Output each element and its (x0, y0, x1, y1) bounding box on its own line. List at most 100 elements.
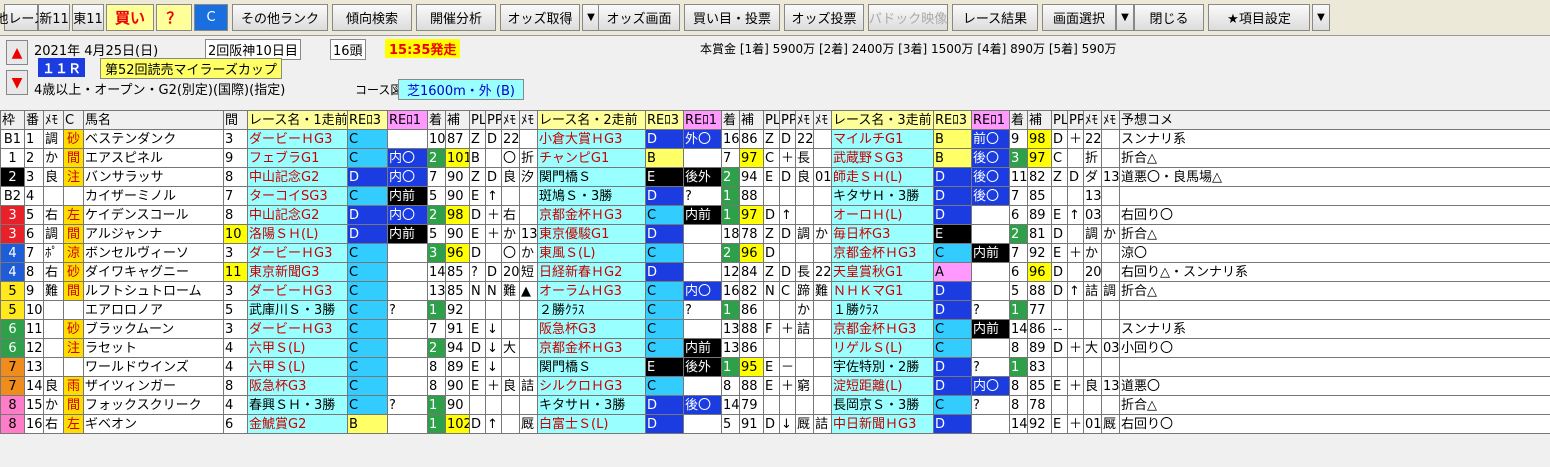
col-header[interactable]: 馬名 (83, 110, 224, 130)
cell (795, 338, 814, 358)
col-header[interactable]: レース名・2走前 (537, 110, 646, 130)
close-button[interactable]: 閉じる (1134, 4, 1204, 31)
cell: C (347, 300, 388, 320)
col-header[interactable]: REﾛ1 (971, 110, 1010, 130)
col-header[interactable]: 着 (721, 110, 740, 130)
col-header[interactable]: PL (763, 110, 780, 130)
cell: 中日新聞ＨG3 (831, 414, 934, 434)
horse-name[interactable]: バンサラッサ (83, 167, 224, 187)
other-rank-button[interactable]: その他ランク (232, 4, 328, 31)
shin11-button[interactable]: 新11 (38, 4, 70, 31)
col-header[interactable]: 補 (445, 110, 470, 130)
col-header[interactable]: 着 (1009, 110, 1028, 130)
col-header[interactable]: 番 (24, 110, 44, 130)
horse-name[interactable]: ルフトシュトローム (83, 281, 224, 301)
horse-row[interactable]: 7 14 良雨ザイツィンガー 8 阪急杯G3 C 8 90 E ＋良詰シルクロＨG3 C 8 88 E ＋窮… (0, 376, 1550, 396)
horse-row[interactable]: 8 16 右左ギベオン 6 金鯱賞G2 B 1 102 D ↑ 厩白富士Ｓ(L) D 5 91 D ↓ 厩詰中日… (0, 414, 1550, 434)
horse-name[interactable]: ベステンダンク (83, 129, 224, 149)
horse-name[interactable]: フォックスクリーク (83, 395, 224, 415)
cell: ＋ (1067, 243, 1084, 263)
col-header[interactable]: REﾛ1 (683, 110, 722, 130)
col-header[interactable]: REﾛ3 (933, 110, 972, 130)
horse-row[interactable]: 3 6 調間アルジャンナ 10 洛陽ＳＨ(L) D 内前 5 90 E ＋か 13 東京優駿G1 D 18 7… (0, 224, 1550, 244)
horse-name[interactable]: アルジャンナ (83, 224, 224, 244)
col-header[interactable]: 着 (427, 110, 446, 130)
col-header[interactable]: ﾒﾓ (43, 110, 64, 130)
horse-row[interactable]: 1 2 か間エアスピネル 9 フェブラG1 C 内〇 2 101 B 〇折チャンピG1 B 7 97 C ＋長… (0, 148, 1550, 168)
other-race-button[interactable]: 他レース (0, 4, 47, 31)
cell: C (645, 205, 684, 225)
col-header[interactable]: 間 (223, 110, 248, 130)
odds-fetch-button[interactable]: オッズ取得 (500, 4, 580, 31)
col-header[interactable]: ﾒﾓ (1083, 110, 1102, 130)
col-header[interactable]: ﾒﾓ (519, 110, 538, 130)
meeting-analysis-button[interactable]: 開催分析 (416, 4, 496, 31)
horse-row[interactable]: 6 12 注ラセット 4 六甲Ｓ(L) C 2 94 D ↓ 大京都金杯ＨG3 C 内前 13 86 リゲルＳ… (0, 338, 1550, 358)
cell (1083, 300, 1102, 320)
col-header[interactable]: REﾛ3 (645, 110, 684, 130)
cell: か (1101, 224, 1120, 244)
horse-name[interactable]: ザイツィンガー (83, 376, 224, 396)
horse-name[interactable]: ラセット (83, 338, 224, 358)
horse-name[interactable]: ギベオン (83, 414, 224, 434)
horse-row[interactable]: 2 3 良注バンサラッサ 8 中山記念G2 D 内〇 7 90 Z D 良汐関門橋Ｓ E 後外 2 94 E D 良… (0, 167, 1550, 187)
col-header[interactable]: ﾒﾓ (1101, 110, 1120, 130)
col-header[interactable]: ﾒﾓ (795, 110, 814, 130)
horse-row[interactable]: B1 1 調砂ベステンダンク 3 ダービーＨG3 C 10 87 Z D 22 小倉大賞ＨG3 D 外〇 1… (0, 129, 1550, 149)
col-header[interactable]: REﾛ3 (347, 110, 388, 130)
col-header[interactable]: C (63, 110, 84, 130)
paddock-video-button[interactable]: パドック映像 (868, 4, 948, 31)
horse-row[interactable]: 4 8 右砂ダイワキャグニー 11 東京新聞G3 C 14 85? D 20 短日経新春ＨG2 D 12… (0, 262, 1550, 282)
horse-name[interactable]: ワールドウインズ (83, 357, 224, 377)
dropdown-arrow-icon[interactable]: ▼ (1312, 4, 1330, 31)
horse-row[interactable]: 5 10 エアロロノア 5 武庫川Ｓ・3勝 C? 1 92 ２勝ｸﾗｽ C? 1 86 か １勝ｸﾗｽ D?… (0, 300, 1550, 320)
col-header[interactable]: 枠 (0, 110, 25, 130)
horse-row[interactable]: 5 9 難間ルフトシュトローム 3 ダービーＨG3 C 13 85 N N 難 ▲ オーラムＨG3 C 内〇… (0, 281, 1550, 301)
col-header[interactable]: レース名・3走前 (831, 110, 934, 130)
higashi11-button[interactable]: 東11 (72, 4, 104, 31)
horse-name[interactable]: ブラックムーン (83, 319, 224, 339)
prev-race-arrow-icon[interactable]: ▲ (6, 40, 28, 65)
horse-name[interactable]: ケイデンスコール (83, 205, 224, 225)
horse-name[interactable]: ボンセルヴィーソ (83, 243, 224, 263)
col-header[interactable]: PP (1067, 110, 1084, 130)
screen-select-button[interactable]: 画面選択 (1042, 4, 1116, 31)
col-header[interactable]: REﾛ1 (387, 110, 428, 130)
cell: 91 (445, 319, 470, 339)
cell: 7 (427, 167, 446, 187)
col-header[interactable]: 補 (1027, 110, 1052, 130)
horse-row[interactable]: 4 7 ﾎﾟ涼ボンセルヴィーソ 3 ダービーＨG3 C 3 96 D 〇か東風Ｓ(L) C 2 96 D 京… (0, 243, 1550, 263)
question-button[interactable]: ？ (156, 4, 192, 31)
col-header[interactable]: PP (485, 110, 502, 130)
horse-row[interactable]: 6 11 砂ブラックムーン 3 ダービーＨG3 C 7 91 E ↓ 阪急杯G3 C 13 88 F ＋詰京都… (0, 319, 1550, 339)
next-race-arrow-icon[interactable]: ▼ (6, 70, 28, 95)
cell: N (469, 281, 486, 301)
horse-name[interactable]: ダイワキャグニー (83, 262, 224, 282)
cell: スンナリ系 (1119, 319, 1550, 339)
bet-vote-button[interactable]: 買い目・投票 (684, 4, 780, 31)
odds-vote-button[interactable]: オッズ投票 (784, 4, 864, 31)
trend-search-button[interactable]: 傾向検索 (332, 4, 412, 31)
buy-button[interactable]: 買い (106, 4, 154, 31)
horse-name[interactable]: カイザーミノル (83, 186, 224, 206)
odds-screen-button[interactable]: オッズ画面 (598, 4, 680, 31)
item-settings-button[interactable]: ★項目設定 (1208, 4, 1310, 31)
col-header[interactable]: 予想コメ (1119, 110, 1550, 130)
col-header[interactable]: PL (469, 110, 486, 130)
dropdown-arrow-icon[interactable]: ▼ (1116, 4, 1134, 31)
horse-row[interactable]: 7 13 ワールドウインズ 4 六甲Ｓ(L) C 8 89 E ↓ 関門橋Ｓ E 後外 1 95 E －宇佐特別… (0, 357, 1550, 377)
horse-row[interactable]: B2 4 カイザーミノル 7 ターコイSG3 C 内前 5 90 E ↑ 斑鳩Ｓ・3勝 D? 1 88 キタサ… (0, 186, 1550, 206)
col-header[interactable]: PL (1051, 110, 1068, 130)
cell: 92 (445, 300, 470, 320)
horse-name[interactable]: エアロロノア (83, 300, 224, 320)
col-header[interactable]: ﾒﾓ (813, 110, 832, 130)
horse-name[interactable]: エアスピネル (83, 148, 224, 168)
col-header[interactable]: 補 (739, 110, 764, 130)
horse-row[interactable]: 8 15 か間フォックスクリーク 4 春興ＳＨ・3勝 C? 1 90 キタサＨ・3勝 D 後〇 14 7… (0, 395, 1550, 415)
rank-c-button[interactable]: C (194, 4, 228, 31)
col-header[interactable]: ﾒﾓ (501, 110, 520, 130)
horse-row[interactable]: 3 5 右左ケイデンスコール 8 中山記念G2 D 内〇 2 98 D ＋右京都金杯ＨG3 C 内前 1 9… (0, 205, 1550, 225)
col-header[interactable]: PP (779, 110, 796, 130)
col-header[interactable]: レース名・1走前 (247, 110, 348, 130)
race-result-button[interactable]: レース結果 (952, 4, 1038, 31)
